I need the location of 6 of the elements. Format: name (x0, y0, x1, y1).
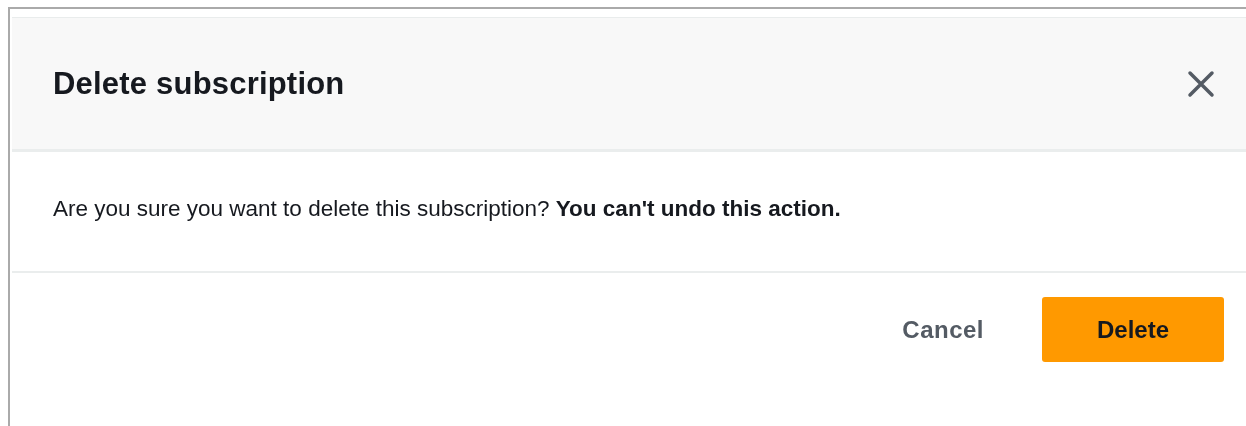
close-button[interactable] (1186, 68, 1216, 99)
delete-button[interactable]: Delete (1042, 297, 1224, 362)
confirmation-message: Are you sure you want to delete this subscription? You can't undo this action. (53, 195, 841, 222)
dialog-title: Delete subscription (53, 65, 345, 102)
close-icon (1186, 68, 1216, 99)
cancel-button[interactable]: Cancel (902, 315, 984, 344)
